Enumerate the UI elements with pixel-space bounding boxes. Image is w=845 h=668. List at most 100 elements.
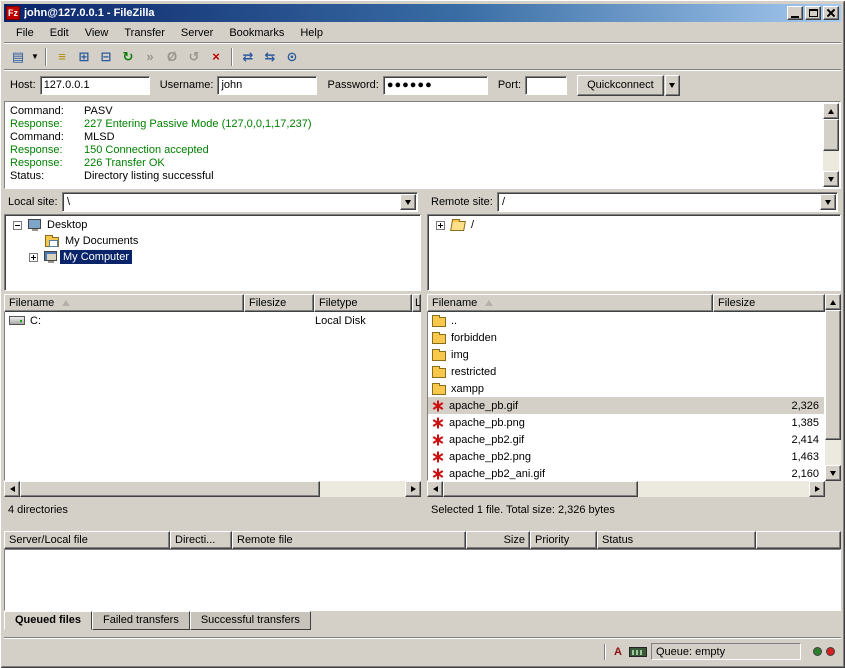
log-label: Command:: [10, 105, 84, 118]
scrollbar-thumb[interactable]: [823, 119, 839, 151]
maximize-button[interactable]: [805, 6, 821, 20]
close-button[interactable]: [823, 6, 839, 20]
menu-bookmarks[interactable]: Bookmarks: [221, 25, 292, 41]
quickconnect-button[interactable]: Quickconnect: [577, 75, 664, 96]
quickconnect-dropdown-button[interactable]: [665, 75, 680, 96]
tree-item-root[interactable]: /: [428, 217, 840, 233]
scroll-down-button[interactable]: [823, 171, 839, 187]
local-file-row[interactable]: C: Local Disk: [5, 312, 420, 329]
remote-file-row[interactable]: xampp: [428, 380, 824, 397]
scroll-left-button[interactable]: [4, 481, 20, 497]
tab-failed-transfers[interactable]: Failed transfers: [92, 611, 190, 630]
remote-file-row[interactable]: apache_pb.png 1,385: [428, 414, 824, 431]
menu-view[interactable]: View: [77, 25, 117, 41]
file-name: apache_pb2_ani.gif: [449, 468, 545, 480]
remote-list-scrollbar[interactable]: [825, 294, 841, 481]
port-input[interactable]: [525, 76, 567, 95]
remote-file-row[interactable]: ..: [428, 312, 824, 329]
speed-limit-indicator-icon[interactable]: [629, 647, 647, 657]
queue-column-status[interactable]: Status: [597, 531, 756, 549]
queue-column-remote-file[interactable]: Remote file: [232, 531, 466, 549]
remote-file-row[interactable]: apache_pb2.png 1,463: [428, 448, 824, 465]
tree-item-my-computer[interactable]: My Computer: [5, 249, 420, 265]
local-site-combo[interactable]: \: [62, 192, 418, 212]
titlebar[interactable]: Fz john@127.0.0.1 - FileZilla: [4, 4, 841, 22]
file-name: img: [451, 349, 469, 361]
reconnect-button[interactable]: ↺: [183, 46, 205, 68]
toggle-message-log-button[interactable]: ≡: [51, 46, 73, 68]
scroll-right-button[interactable]: [405, 481, 421, 497]
local-site-dropdown-button[interactable]: [400, 194, 416, 210]
remote-file-row[interactable]: restricted: [428, 363, 824, 380]
scroll-right-button[interactable]: [809, 481, 825, 497]
scrollbar-thumb[interactable]: [20, 481, 320, 497]
toggle-directory-trees-button[interactable]: ⊞: [73, 46, 95, 68]
remote-file-row[interactable]: apache_pb2_ani.gif 2,160: [428, 465, 824, 481]
disconnect-button[interactable]: Ø: [161, 46, 183, 68]
arrow-up-icon: [830, 300, 836, 305]
local-list-hscrollbar[interactable]: [4, 481, 421, 497]
scroll-up-button[interactable]: [823, 103, 839, 119]
image-file-icon: [432, 434, 444, 446]
scroll-down-button[interactable]: [825, 465, 841, 481]
column-header-filename[interactable]: Filename: [427, 294, 713, 312]
arrow-down-icon: [830, 471, 836, 476]
scroll-left-button[interactable]: [427, 481, 443, 497]
scroll-up-button[interactable]: [825, 294, 841, 310]
synchronized-browsing-button[interactable]: ⇆: [259, 46, 281, 68]
column-header-filetype[interactable]: Filetype: [314, 294, 412, 312]
menu-file[interactable]: File: [8, 25, 42, 41]
remote-file-row[interactable]: forbidden: [428, 329, 824, 346]
refresh-button[interactable]: ↻: [117, 46, 139, 68]
queue-column-size[interactable]: Size: [466, 531, 530, 549]
host-input[interactable]: [40, 76, 150, 95]
remote-file-row-selected[interactable]: apache_pb.gif 2,326: [428, 397, 824, 414]
expand-icon[interactable]: [436, 221, 445, 230]
directory-comparison-button[interactable]: ⇄: [237, 46, 259, 68]
cancel-button[interactable]: ×: [205, 46, 227, 68]
queue-column-priority[interactable]: Priority: [530, 531, 597, 549]
expand-icon[interactable]: [29, 253, 38, 262]
tree-item-desktop[interactable]: Desktop: [5, 217, 420, 233]
column-header-filesize[interactable]: Filesize: [713, 294, 825, 312]
remote-list-hscrollbar[interactable]: [427, 481, 825, 497]
transfer-queue-list[interactable]: [4, 549, 841, 611]
password-input[interactable]: [383, 76, 488, 95]
log-label: Command:: [10, 131, 84, 144]
site-manager-button[interactable]: ▤: [7, 46, 29, 68]
log-text: MLSD: [84, 131, 115, 143]
username-input[interactable]: [217, 76, 317, 95]
log-text: 226 Transfer OK: [84, 157, 165, 169]
remote-site-combo[interactable]: /: [497, 192, 838, 212]
queue-column-server-local-file[interactable]: Server/Local file: [4, 531, 170, 549]
collapse-icon[interactable]: [13, 221, 22, 230]
log-label: Response:: [10, 157, 84, 170]
tab-successful-transfers[interactable]: Successful transfers: [190, 611, 311, 630]
column-header-filesize[interactable]: Filesize: [244, 294, 314, 312]
menu-transfer[interactable]: Transfer: [116, 25, 173, 41]
process-queue-button[interactable]: »: [139, 46, 161, 68]
menu-help[interactable]: Help: [292, 25, 331, 41]
column-header-truncated[interactable]: L: [412, 294, 421, 312]
separator: [4, 637, 841, 639]
minimize-button[interactable]: [787, 6, 803, 20]
toggle-transfer-queue-button[interactable]: ⊟: [95, 46, 117, 68]
transfer-type-indicator[interactable]: A: [611, 646, 625, 658]
site-manager-dropdown-button[interactable]: ▼: [29, 46, 41, 68]
column-header-filename[interactable]: Filename: [4, 294, 244, 312]
tab-queued-files[interactable]: Queued files: [4, 611, 92, 630]
arrow-left-icon: [433, 486, 438, 492]
scrollbar-thumb[interactable]: [443, 481, 638, 497]
file-type: Local Disk: [315, 315, 366, 327]
log-scrollbar[interactable]: [823, 103, 839, 187]
menu-server[interactable]: Server: [173, 25, 221, 41]
arrow-right-icon: [815, 486, 820, 492]
remote-site-dropdown-button[interactable]: [820, 194, 836, 210]
remote-file-row[interactable]: apache_pb2.gif 2,414: [428, 431, 824, 448]
find-files-button[interactable]: ⊙: [281, 46, 303, 68]
remote-file-row[interactable]: img: [428, 346, 824, 363]
tree-item-my-documents[interactable]: My Documents: [5, 233, 420, 249]
menu-edit[interactable]: Edit: [42, 25, 77, 41]
scrollbar-thumb[interactable]: [825, 310, 841, 440]
queue-column-direction[interactable]: Directi...: [170, 531, 232, 549]
